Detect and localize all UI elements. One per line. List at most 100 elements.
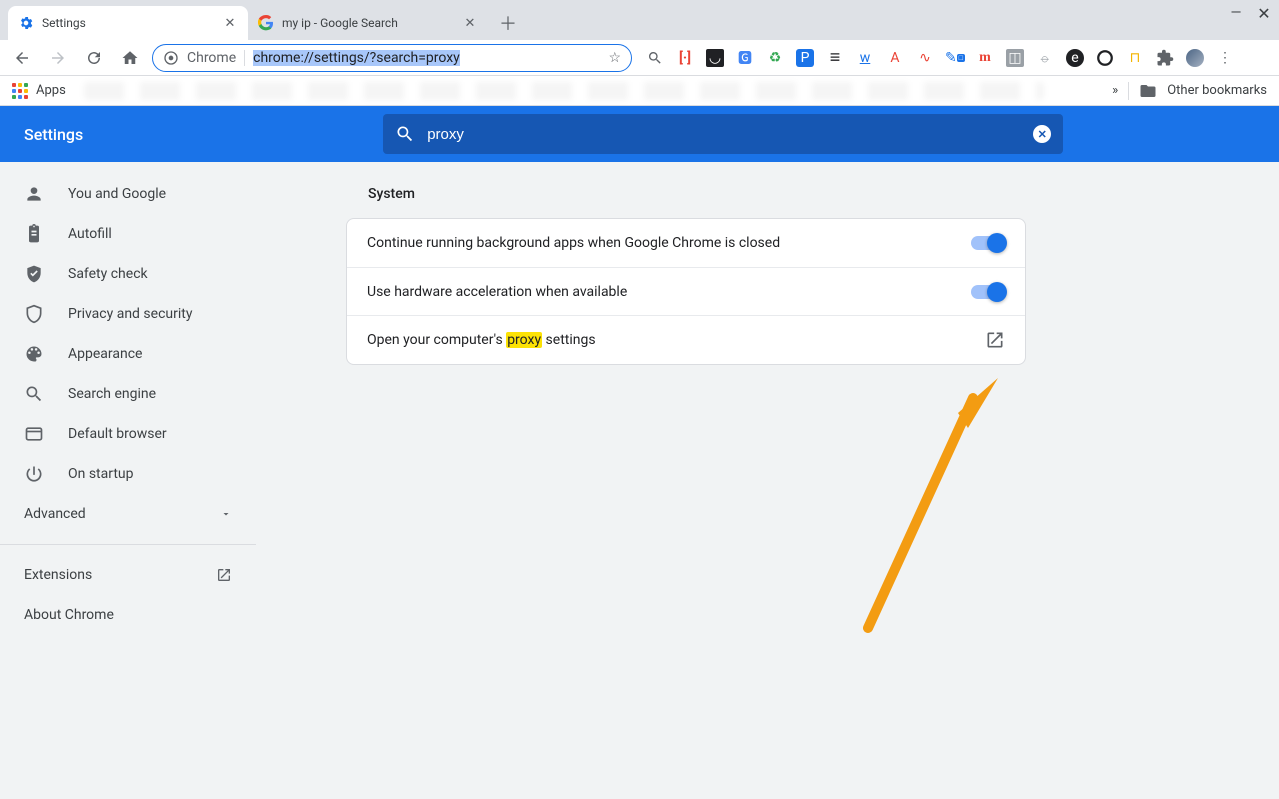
- open-external-icon: [216, 567, 232, 583]
- sidebar-item-label: Appearance: [68, 346, 142, 362]
- apps-button[interactable]: Apps: [12, 83, 66, 99]
- browser-icon: [24, 424, 44, 444]
- overflow-icon[interactable]: »: [1112, 83, 1118, 98]
- minimize-icon[interactable]: —: [1229, 6, 1243, 20]
- sidebar-item-on-startup[interactable]: On startup: [0, 454, 256, 494]
- extension-icon[interactable]: 🅶: [736, 49, 754, 67]
- sidebar-item-label: Default browser: [68, 426, 167, 442]
- extension-icon[interactable]: ⦵: [1036, 49, 1054, 67]
- toggle-background-apps[interactable]: [971, 236, 1005, 250]
- browser-tab-google-search[interactable]: my ip - Google Search ✕: [248, 6, 488, 40]
- settings-search-input[interactable]: [427, 126, 1021, 143]
- sidebar-item-label: Extensions: [24, 567, 92, 583]
- folder-icon: [1139, 82, 1157, 100]
- extension-icon[interactable]: ≡: [826, 49, 844, 67]
- system-settings-card: Continue running background apps when Go…: [346, 218, 1026, 365]
- reload-button[interactable]: [80, 44, 108, 72]
- chevron-down-icon: [220, 508, 232, 520]
- sidebar-item-label: Search engine: [68, 386, 156, 402]
- extension-icon[interactable]: ∿: [916, 49, 934, 67]
- sidebar-item-label: About Chrome: [24, 607, 114, 623]
- extension-icon[interactable]: [1096, 49, 1114, 67]
- extension-icon[interactable]: ✎□: [946, 49, 964, 67]
- sidebar-item-autofill[interactable]: Autofill: [0, 214, 256, 254]
- tab-title: my ip - Google Search: [282, 16, 454, 30]
- section-title: System: [368, 186, 1279, 202]
- sidebar-advanced-expand[interactable]: Advanced: [0, 494, 256, 534]
- browser-tab-settings[interactable]: Settings ✕: [8, 6, 248, 40]
- extensions-icon[interactable]: [1156, 49, 1174, 67]
- person-icon: [24, 184, 44, 204]
- sidebar-item-label: You and Google: [68, 186, 166, 202]
- sidebar-item-you-and-google[interactable]: You and Google: [0, 174, 256, 214]
- browser-toolbar: Chrome chrome://settings/?search=proxy ☆…: [0, 40, 1279, 76]
- forward-button[interactable]: [44, 44, 72, 72]
- gear-icon: [18, 15, 34, 31]
- sidebar-item-label: On startup: [68, 466, 134, 482]
- sidebar-extensions-link[interactable]: Extensions: [0, 555, 256, 595]
- extension-icon[interactable]: A: [886, 49, 904, 67]
- extension-icon[interactable]: ◡: [706, 49, 724, 67]
- kebab-menu-icon[interactable]: ⋮: [1216, 49, 1234, 67]
- sidebar-item-label: Advanced: [24, 506, 86, 522]
- search-icon: [395, 124, 415, 144]
- window-controls: — ✕: [1229, 6, 1271, 20]
- extension-icon[interactable]: m: [976, 49, 994, 67]
- extension-icon[interactable]: ♻: [766, 49, 784, 67]
- extension-icons: [·] ◡ 🅶 ♻ P ≡ w A ∿ ✎□ m ◫ ⦵ e ⊓ ⋮: [646, 49, 1234, 67]
- row-label: Use hardware acceleration when available: [367, 284, 971, 300]
- omnibox[interactable]: Chrome chrome://settings/?search=proxy ☆: [152, 44, 632, 72]
- other-bookmarks-button[interactable]: Other bookmarks: [1167, 83, 1267, 98]
- settings-content: System Continue running background apps …: [256, 162, 1279, 799]
- omnibox-chip: Chrome: [187, 50, 236, 66]
- sidebar-item-appearance[interactable]: Appearance: [0, 334, 256, 374]
- extension-icon[interactable]: ⊓: [1126, 49, 1144, 67]
- apps-grid-icon: [12, 83, 28, 99]
- settings-header: Settings ✕: [0, 106, 1279, 162]
- search-icon[interactable]: [646, 49, 664, 67]
- extension-icon[interactable]: e: [1066, 49, 1084, 67]
- row-label: Continue running background apps when Go…: [367, 235, 971, 251]
- row-label: Open your computer's proxy settings: [367, 332, 985, 348]
- sidebar-item-safety-check[interactable]: Safety check: [0, 254, 256, 294]
- extension-icon[interactable]: P: [796, 49, 814, 67]
- settings-search[interactable]: ✕: [383, 114, 1063, 154]
- close-icon[interactable]: ✕: [1257, 6, 1271, 20]
- sidebar-item-label: Safety check: [68, 266, 148, 282]
- settings-page: Settings ✕ You and Google Autofill Safet…: [0, 106, 1279, 799]
- row-background-apps[interactable]: Continue running background apps when Go…: [347, 219, 1025, 267]
- power-icon: [24, 464, 44, 484]
- sidebar-about-chrome[interactable]: About Chrome: [0, 595, 256, 635]
- extension-icon[interactable]: ◫: [1006, 49, 1024, 67]
- sidebar-item-search-engine[interactable]: Search engine: [0, 374, 256, 414]
- browser-tabstrip: Settings ✕ my ip - Google Search ✕ ＋ — ✕: [0, 0, 1279, 40]
- extension-icon[interactable]: [·]: [676, 49, 694, 67]
- google-g-icon: [258, 15, 274, 31]
- settings-sidebar: You and Google Autofill Safety check Pri…: [0, 162, 256, 799]
- avatar[interactable]: [1186, 49, 1204, 67]
- page-title: Settings: [24, 125, 83, 144]
- bookmarks-bar: Apps » Other bookmarks: [0, 76, 1279, 106]
- extension-icon[interactable]: w: [856, 49, 874, 67]
- bookmark-star-icon[interactable]: ☆: [608, 50, 621, 66]
- open-external-icon[interactable]: [985, 330, 1005, 350]
- home-button[interactable]: [116, 44, 144, 72]
- sidebar-item-privacy-security[interactable]: Privacy and security: [0, 294, 256, 334]
- clipboard-icon: [24, 224, 44, 244]
- row-open-proxy-settings[interactable]: Open your computer's proxy settings: [347, 315, 1025, 364]
- palette-icon: [24, 344, 44, 364]
- close-icon[interactable]: ✕: [222, 15, 238, 31]
- sidebar-item-label: Privacy and security: [68, 306, 192, 322]
- tab-title: Settings: [42, 16, 214, 30]
- site-info-icon[interactable]: [163, 50, 179, 66]
- sidebar-item-label: Autofill: [68, 226, 112, 242]
- shield-icon: [24, 304, 44, 324]
- shield-check-icon: [24, 264, 44, 284]
- back-button[interactable]: [8, 44, 36, 72]
- sidebar-item-default-browser[interactable]: Default browser: [0, 414, 256, 454]
- new-tab-button[interactable]: ＋: [494, 9, 522, 37]
- toggle-hardware-accel[interactable]: [971, 285, 1005, 299]
- close-icon[interactable]: ✕: [462, 15, 478, 31]
- row-hardware-accel[interactable]: Use hardware acceleration when available: [347, 267, 1025, 315]
- clear-search-icon[interactable]: ✕: [1033, 125, 1051, 143]
